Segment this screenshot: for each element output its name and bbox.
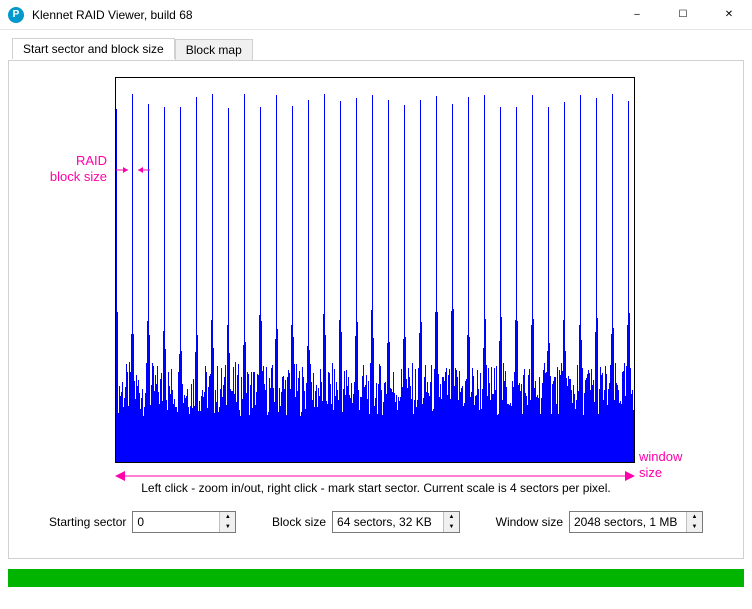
window-title: Klennet RAID Viewer, build 68	[32, 8, 614, 22]
spin-up-icon[interactable]: ▲	[687, 512, 702, 522]
tab-strip: Start sector and block size Block map	[12, 38, 253, 59]
status-bar	[8, 569, 744, 587]
tab-panel: RAID block size window size Left click -…	[8, 60, 744, 559]
tab-block-map[interactable]: Block map	[175, 39, 253, 60]
close-button[interactable]: ✕	[706, 0, 752, 30]
block-size-field[interactable]	[333, 512, 443, 532]
app-icon: P	[8, 7, 24, 23]
block-size-label: Block size	[272, 515, 326, 529]
spin-up-icon[interactable]: ▲	[444, 512, 459, 522]
chart[interactable]	[115, 77, 635, 463]
spin-down-icon[interactable]: ▼	[220, 522, 235, 532]
starting-sector-label: Starting sector	[49, 515, 126, 529]
title-bar: P Klennet RAID Viewer, build 68 – ☐ ✕	[0, 0, 752, 30]
minimize-button[interactable]: –	[614, 0, 660, 30]
starting-sector-field[interactable]	[133, 512, 219, 532]
spin-down-icon[interactable]: ▼	[687, 522, 702, 532]
annotation-raid-block-size: RAID block size	[19, 153, 107, 184]
window-size-input[interactable]: ▲▼	[569, 511, 703, 533]
arrow-block-size-icon	[114, 164, 154, 176]
block-size-input[interactable]: ▲▼	[332, 511, 460, 533]
window-size-label: Window size	[496, 515, 563, 529]
controls-row: Starting sector ▲▼ Block size ▲▼ Window …	[9, 511, 743, 533]
spin-down-icon[interactable]: ▼	[444, 522, 459, 532]
spin-up-icon[interactable]: ▲	[220, 512, 235, 522]
hint-text: Left click - zoom in/out, right click - …	[9, 481, 743, 495]
window-size-field[interactable]	[570, 512, 686, 532]
annotation-window-size: window size	[639, 449, 682, 480]
tab-start-sector[interactable]: Start sector and block size	[12, 38, 175, 59]
starting-sector-input[interactable]: ▲▼	[132, 511, 236, 533]
maximize-button[interactable]: ☐	[660, 0, 706, 30]
